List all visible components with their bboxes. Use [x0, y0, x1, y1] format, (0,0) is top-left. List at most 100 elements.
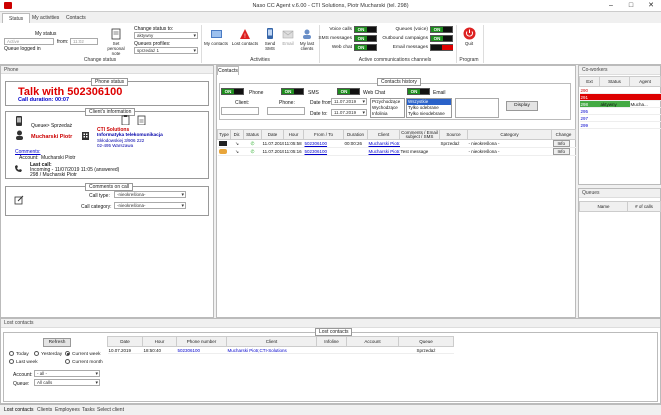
table-row[interactable]: ↘ ✆ 11.07.2019 11:05:16 502306100 Muchar…: [217, 147, 576, 156]
email-filter-toggle[interactable]: ON: [407, 88, 430, 95]
status-list[interactable]: Wszystkie Tylko odebrane Tylko nieodebra…: [406, 98, 452, 118]
table-row[interactable]: 10.07.2019 18:50:40 502306100 Mucharski …: [107, 346, 454, 354]
close-icon[interactable]: ✕: [641, 0, 661, 12]
client-filter-input[interactable]: [221, 107, 259, 115]
col-dir[interactable]: Dir.: [230, 129, 244, 140]
clipboard-icon[interactable]: [121, 115, 130, 125]
tab-employees[interactable]: Employees: [55, 407, 80, 413]
col-phone-number[interactable]: Phone number: [176, 336, 227, 347]
call-type-combo[interactable]: -nieokreślona-: [114, 191, 186, 198]
phone-filter-input[interactable]: [267, 107, 305, 115]
send-sms-button[interactable]: Send SMS: [262, 28, 278, 51]
col-account[interactable]: Account: [346, 336, 399, 347]
col-ext[interactable]: Ext: [579, 76, 600, 87]
col-name[interactable]: Name: [579, 201, 628, 212]
col-comments[interactable]: Comments / Email subject / SMS: [399, 129, 440, 140]
edit-icon: [14, 195, 24, 205]
webchat-filter-toggle[interactable]: ON: [337, 88, 360, 95]
col-change[interactable]: Change: [551, 129, 576, 140]
col-date[interactable]: Date: [107, 336, 143, 347]
tab-lost-contacts[interactable]: Lost contacts: [4, 407, 33, 413]
tab-tasks[interactable]: Tasks: [82, 407, 95, 413]
col-client[interactable]: Client: [226, 336, 317, 347]
col-from-to[interactable]: From / To: [303, 129, 344, 140]
date-to-picker[interactable]: 11.07.2019: [331, 109, 367, 116]
col-status[interactable]: Status: [243, 129, 262, 140]
table-row[interactable]: ↘ ✆ 11.07.2019 11:05:58 502306100 00:00:…: [217, 139, 576, 148]
sms-messages-toggle[interactable]: ON: [354, 35, 377, 42]
queue-profile-combo[interactable]: sprzedaż 1: [134, 47, 198, 54]
col-agent[interactable]: Agent: [629, 76, 661, 87]
date-from-picker[interactable]: 11.07.2019: [331, 98, 367, 105]
yesterday-radio[interactable]: Yesterday: [34, 351, 62, 357]
direction-option[interactable]: Infolinia: [372, 111, 404, 117]
call-icon: [15, 165, 22, 172]
lost-contacts-button[interactable]: ! Lost contacts: [230, 28, 260, 46]
call-duration: Call duration: 00:07: [18, 97, 70, 103]
col-type[interactable]: Type: [217, 129, 231, 140]
activities-group-label: Activities: [250, 57, 270, 63]
client-name[interactable]: Mucharski Piotr: [31, 134, 72, 140]
queue-filter-combo[interactable]: All calls: [34, 379, 100, 386]
display-button[interactable]: Display: [506, 101, 538, 111]
client-filter-label: Client:: [235, 100, 250, 106]
col-calls[interactable]: # of calls: [627, 201, 661, 212]
maximize-icon[interactable]: □: [621, 0, 641, 12]
outbound-campaigns-toggle[interactable]: ON: [430, 35, 453, 42]
lost-contacts-header: Lost contacts: [1, 319, 660, 328]
contacts-tab[interactable]: Contacts: [217, 66, 239, 75]
search-text-field[interactable]: [455, 98, 499, 118]
comments-on-call-title: Comments on call: [85, 183, 134, 191]
current-month-radio[interactable]: Current month: [65, 359, 103, 365]
minimize-icon[interactable]: –: [601, 0, 621, 12]
direction-list[interactable]: Przychodzące Wychodzące Infolinia: [370, 98, 405, 118]
phone-device-icon: [16, 116, 22, 126]
status-option[interactable]: Tylko nieodebrane: [407, 111, 451, 117]
col-hour[interactable]: Hour: [142, 336, 177, 347]
lost-contacts-table: Date Hour Phone number Client Infoline A…: [107, 336, 454, 354]
col-infoline[interactable]: Infoline: [316, 336, 347, 347]
my-contacts-button[interactable]: My contacts: [203, 28, 229, 46]
incoming-arrow-icon: ↘: [230, 139, 244, 148]
voice-calls-toggle[interactable]: ON: [354, 26, 377, 33]
col-status[interactable]: Status: [599, 76, 630, 87]
email-messages-toggle[interactable]: [430, 44, 453, 51]
tab-select-client[interactable]: Select client: [97, 407, 124, 413]
queues-table: Name # of calls: [579, 201, 661, 212]
quit-button[interactable]: Quit: [458, 27, 480, 46]
my-last-clients-button[interactable]: My last clients: [297, 28, 317, 51]
col-date[interactable]: Date: [261, 129, 284, 140]
web-chat-toggle[interactable]: ON: [354, 44, 377, 51]
coworker-row[interactable]: 290: [579, 86, 661, 94]
info-button[interactable]: Info: [552, 148, 571, 155]
coworker-row[interactable]: 291: [579, 93, 661, 101]
col-client[interactable]: Client: [367, 129, 400, 140]
call-category-combo[interactable]: -nieokreślona-: [114, 202, 186, 209]
col-category[interactable]: Category: [467, 129, 552, 140]
refresh-button[interactable]: Refresh: [43, 338, 71, 347]
col-queue[interactable]: Queue: [398, 336, 454, 347]
account-filter-combo[interactable]: - all -: [34, 370, 100, 377]
col-hour[interactable]: Hour: [283, 129, 304, 140]
phone-filter-toggle[interactable]: ON: [221, 88, 244, 95]
sms-filter-toggle[interactable]: ON: [281, 88, 304, 95]
status-combo[interactable]: aktywny: [134, 32, 198, 39]
col-duration[interactable]: Duration: [343, 129, 368, 140]
coworker-row[interactable]: 299: [579, 121, 661, 129]
set-personal-note-button[interactable]: Set personal note: [104, 28, 128, 56]
tab-contacts[interactable]: Contacts: [60, 13, 92, 23]
phone-type-icon: [218, 140, 227, 146]
coworker-row[interactable]: 295: [579, 107, 661, 115]
coworker-row[interactable]: 298 aktywny Mucha...: [579, 100, 661, 108]
info-button[interactable]: Info: [552, 140, 571, 147]
email-button[interactable]: Email: [280, 28, 296, 46]
clipboard-list-icon[interactable]: [137, 115, 146, 125]
last-week-radio[interactable]: Last week: [9, 359, 38, 365]
today-radio[interactable]: Today: [9, 351, 29, 357]
queues-voice-toggle[interactable]: ON: [430, 26, 453, 33]
tab-clients[interactable]: Clients: [37, 407, 52, 413]
coworker-row[interactable]: 297: [579, 114, 661, 122]
phone-field-label: Phone:: [279, 100, 295, 106]
col-source[interactable]: Source: [439, 129, 468, 140]
current-week-radio[interactable]: Current week: [65, 351, 101, 357]
